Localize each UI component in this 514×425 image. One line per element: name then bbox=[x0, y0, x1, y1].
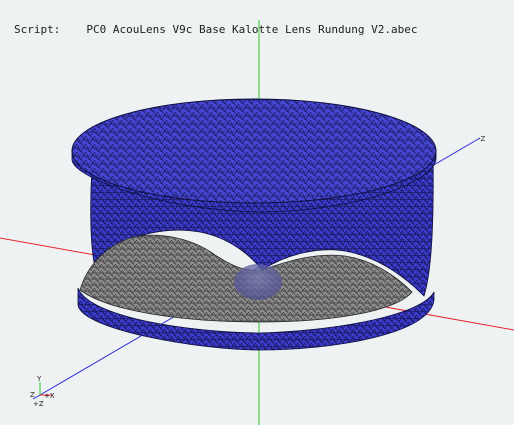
script-filename: PC0 AcouLens V9c Base Kalotte Lens Rundu… bbox=[86, 23, 418, 36]
mesh-scene[interactable]: -Z Y Z +X +Z bbox=[0, 0, 514, 425]
triad-z-label: Z bbox=[30, 391, 35, 399]
lens-dome bbox=[234, 264, 282, 300]
script-label: Script: bbox=[14, 23, 61, 36]
script-info: Script: PC0 AcouLens V9c Base Kalotte Len… bbox=[14, 23, 418, 36]
top-disk-face bbox=[71, 98, 437, 204]
orientation-triad: Y Z +X +Z bbox=[30, 375, 55, 408]
triad-y-label: Y bbox=[36, 375, 42, 383]
3d-viewport[interactable]: -Z Y Z +X +Z Script: PC0 AcouLens V9c Bas… bbox=[0, 0, 514, 425]
triad-z2-label: +Z bbox=[33, 400, 44, 408]
triad-x-label: +X bbox=[44, 392, 55, 400]
neg-z-axis-label: -Z bbox=[478, 135, 486, 143]
